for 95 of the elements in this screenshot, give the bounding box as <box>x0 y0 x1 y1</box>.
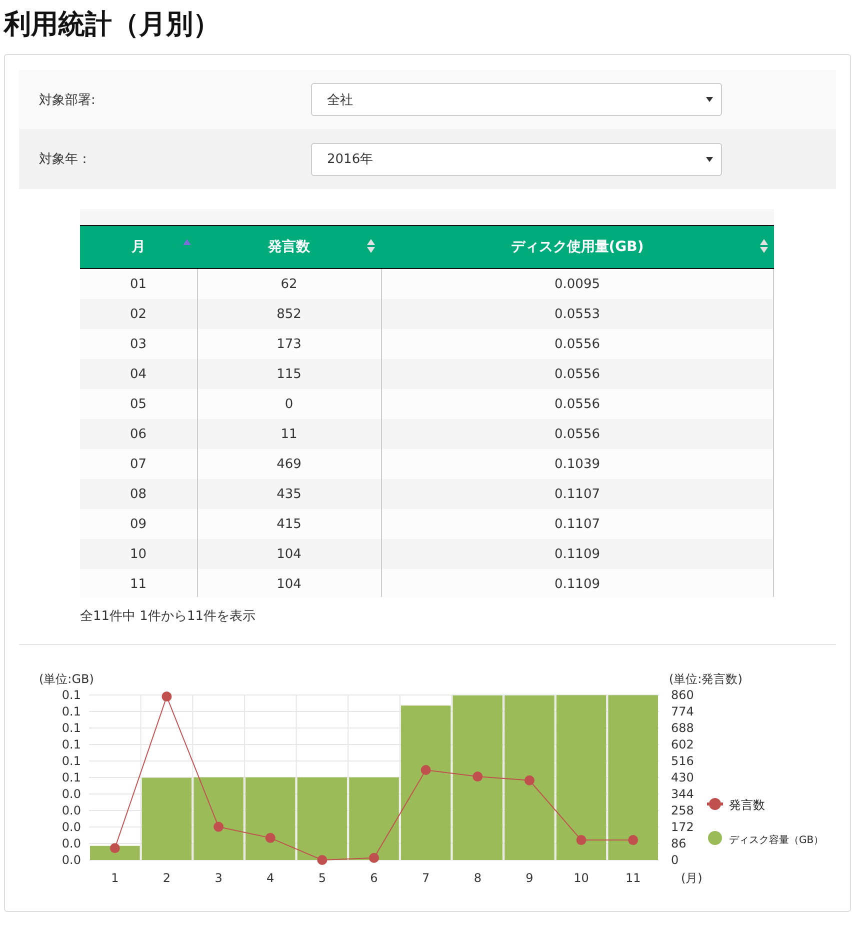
legend-dot-icon <box>708 831 722 845</box>
select-field[interactable]: 2016年 <box>311 142 722 176</box>
axis-tick-label: 8 <box>474 871 482 885</box>
table-cell: 0.0553 <box>381 299 774 329</box>
table-cell: 435 <box>197 479 381 509</box>
axis-title: (単位:GB) <box>39 672 94 686</box>
axis-tick-label: 4 <box>266 871 274 885</box>
table-cell: 09 <box>80 509 197 539</box>
point <box>524 775 534 786</box>
table-cell: 173 <box>197 329 381 359</box>
axis-tick-label: 688 <box>671 721 694 735</box>
axis-tick-label: 0.0 <box>62 787 81 801</box>
legend-label: 発言数 <box>729 798 765 812</box>
axis-tick-label: 344 <box>671 787 694 801</box>
table-cell: 104 <box>197 569 381 597</box>
caret-icon <box>706 97 713 102</box>
point <box>162 692 172 702</box>
axis-tick-label: 172 <box>671 820 694 834</box>
table-cell: 0.0556 <box>381 389 774 419</box>
point <box>317 855 328 865</box>
table-cell: 07 <box>80 449 197 479</box>
table-cell: 03 <box>80 329 197 359</box>
table-cell: 115 <box>197 359 381 389</box>
table-cell: 04 <box>80 359 197 389</box>
axis-tick-label: 0 <box>671 853 679 867</box>
axis-title: (月) <box>681 871 702 885</box>
point <box>265 832 276 843</box>
axis-tick-label: 0.0 <box>62 836 81 850</box>
axis-tick-label: 0.1 <box>62 721 81 735</box>
axis-tick-label: 860 <box>671 688 694 702</box>
axis-tick-label: 602 <box>671 738 694 752</box>
table-cell: 0.1109 <box>381 569 774 597</box>
table-cell: 0.1109 <box>381 539 774 569</box>
axis-tick-label: 5 <box>318 871 326 885</box>
column-header[interactable]: ディスク使用量(GB) <box>381 226 774 268</box>
table-cell: 0.1107 <box>381 509 774 539</box>
axis-tick-label: 0.1 <box>62 688 81 702</box>
caret-icon <box>706 156 713 162</box>
table-cell: 469 <box>197 449 381 479</box>
axis-tick-label: 10 <box>574 871 589 885</box>
axis-tick-label: 0.0 <box>62 820 81 834</box>
axis-tick-label: 0.1 <box>62 770 81 784</box>
axis-tick-label: 3 <box>214 871 222 885</box>
table-cell: 08 <box>80 479 197 509</box>
table-cell: 06 <box>80 419 197 449</box>
point <box>628 835 638 846</box>
table-cell: 0.0556 <box>381 419 774 449</box>
table-cell: 415 <box>197 509 381 539</box>
page-title: 利用統計（月別） <box>2 8 221 42</box>
table-cell: 0.1107 <box>381 479 774 509</box>
axis-tick-label: 430 <box>671 770 694 784</box>
axis-tick-label: 0.1 <box>62 704 81 718</box>
table-cell: 852 <box>197 299 381 329</box>
axis-tick-label: 516 <box>671 754 694 768</box>
point <box>110 843 120 854</box>
axis-tick-label: 0.0 <box>62 853 81 867</box>
point <box>214 822 224 832</box>
axis-tick-label: 1 <box>111 871 119 885</box>
filter-label: 対象年： <box>39 151 92 168</box>
table-cell: 0 <box>197 389 381 419</box>
point <box>369 852 379 863</box>
column-header[interactable]: 発言数 <box>197 226 381 268</box>
point <box>472 772 483 782</box>
axis-tick-label: 0.1 <box>62 738 81 752</box>
axis-tick-label: 0.0 <box>62 804 81 818</box>
filter-label: 対象部署: <box>39 92 96 108</box>
axis-tick-label: 258 <box>671 804 694 818</box>
point <box>576 835 586 846</box>
table-cell: 05 <box>80 389 197 419</box>
table-cell: 0.0556 <box>381 329 774 359</box>
chart-bar <box>90 846 140 860</box>
axis-tick-label: 774 <box>671 704 694 718</box>
point <box>420 765 431 776</box>
axis-tick-label: 9 <box>526 871 534 885</box>
table-cell: 0.1039 <box>381 449 774 479</box>
table-cell: 0.0095 <box>381 268 774 299</box>
table-cell: 11 <box>197 419 381 449</box>
axis-tick-label: 6 <box>370 871 378 885</box>
table-cell: 0.0556 <box>381 359 774 389</box>
axis-tick-label: 2 <box>162 871 171 885</box>
axis-title: (単位:発言数) <box>669 672 742 686</box>
table-cell: 62 <box>197 268 381 299</box>
table-cell: 01 <box>80 268 197 299</box>
legend-label: ディスク容量（GB） <box>729 835 824 846</box>
axis-tick-label: 86 <box>671 836 686 850</box>
table-cell: 11 <box>80 569 197 597</box>
table-cell: 10 <box>80 539 197 569</box>
table-cell: 02 <box>80 299 197 329</box>
column-header[interactable]: 月 <box>80 226 197 268</box>
table-cell: 104 <box>197 539 381 569</box>
axis-tick-label: 0.1 <box>62 754 81 768</box>
select-field[interactable]: 全社 <box>311 83 722 116</box>
table-info: 全11件中 1件から11件を表示 <box>80 608 256 625</box>
axis-tick-label: 11 <box>625 871 641 885</box>
axis-tick-label: 7 <box>422 871 430 885</box>
